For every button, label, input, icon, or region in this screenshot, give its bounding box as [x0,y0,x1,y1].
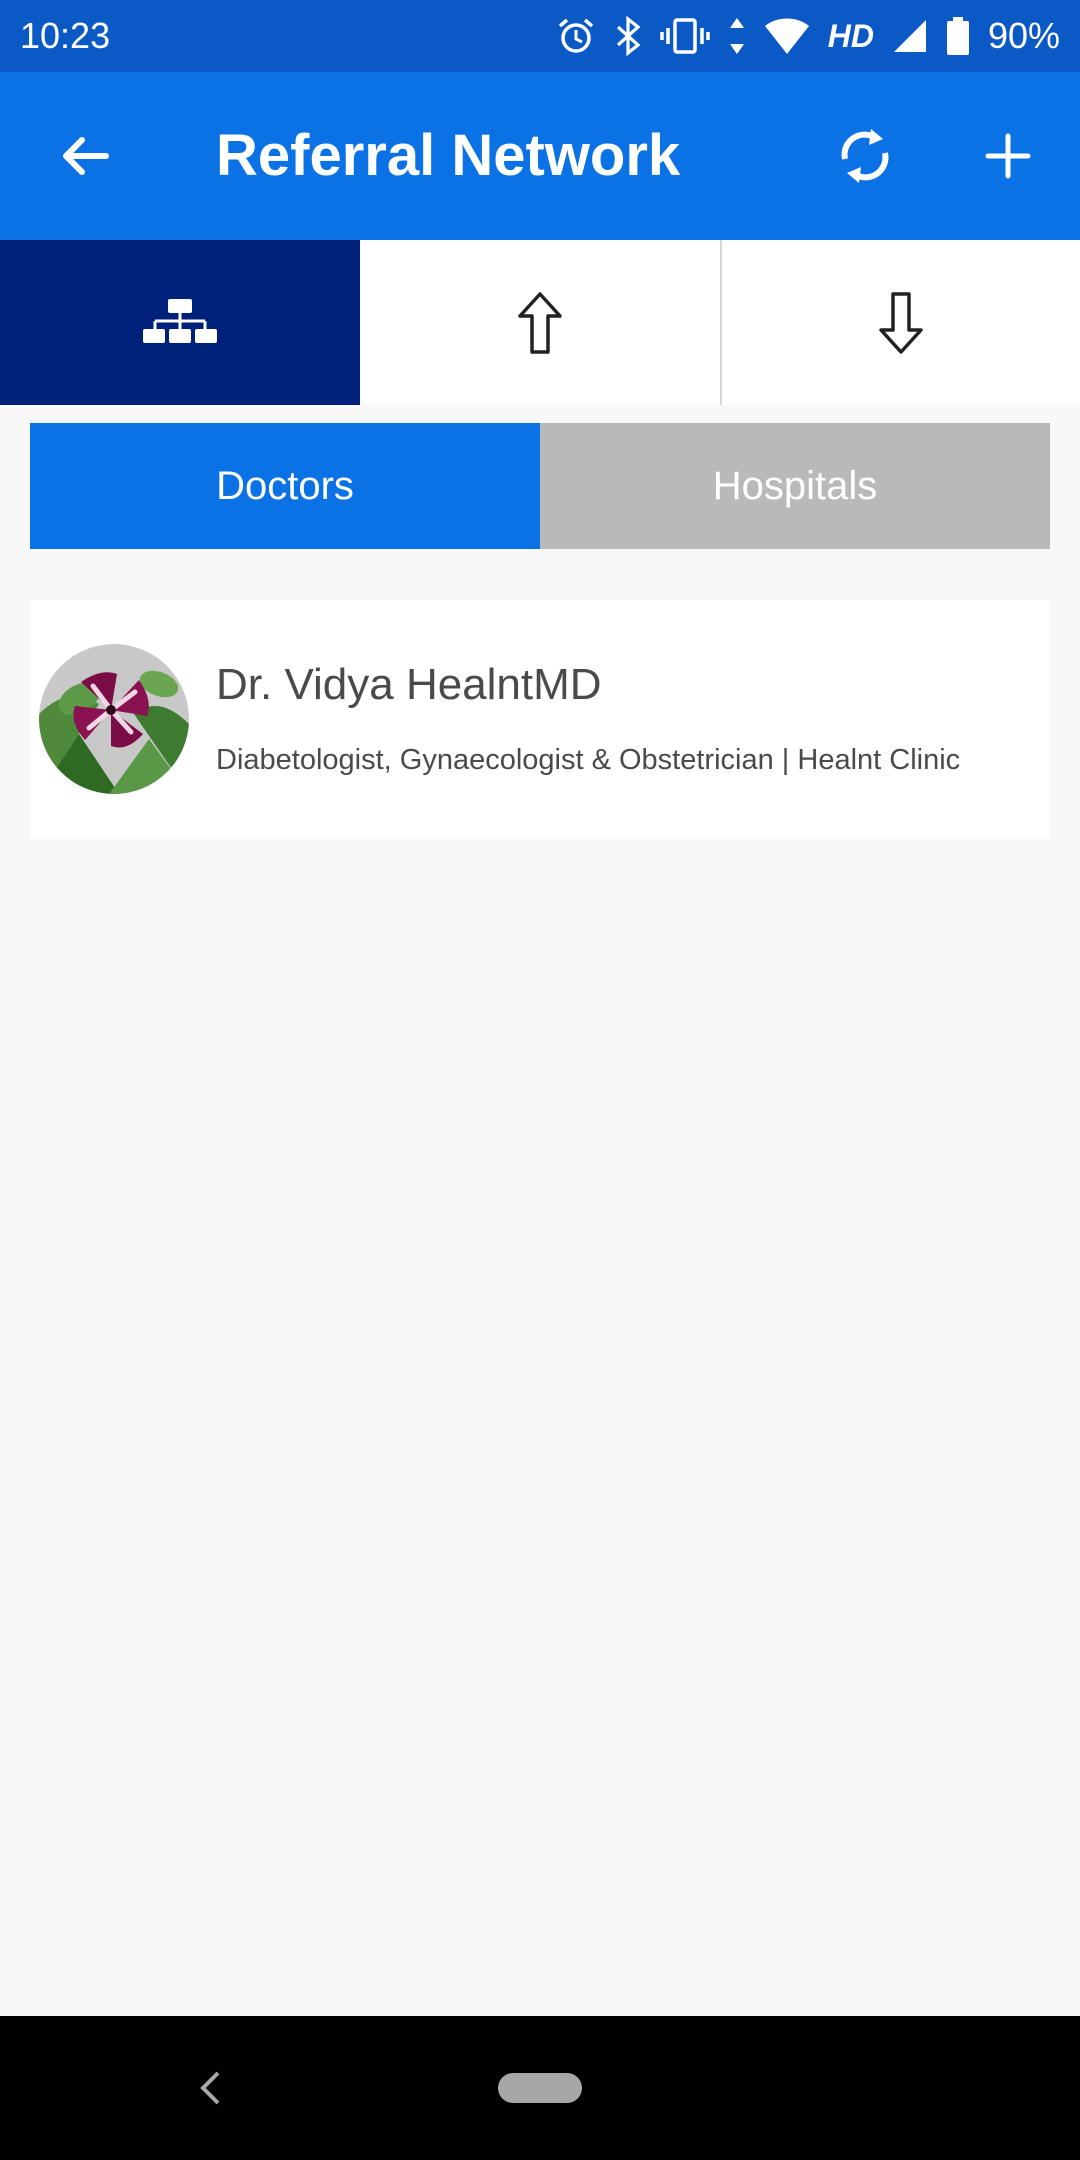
tab-network[interactable] [0,240,360,405]
doctor-specialty-clinic: Diabetologist, Gynaecologist & Obstetric… [216,744,961,776]
segment-doctors[interactable]: Doctors [30,423,540,549]
tab-outgoing[interactable] [360,240,720,405]
doctors-hospitals-toggle: Doctors Hospitals [30,423,1050,549]
battery-percent: 90% [987,15,1060,56]
cell-signal-icon [892,18,928,54]
flower-photo-icon [39,644,189,794]
segment-hospitals[interactable]: Hospitals [540,423,1050,549]
nav-back-button[interactable] [190,2056,230,2120]
avatar [39,644,189,794]
status-bar: 10:23 HD 90% [0,0,1080,72]
alarm-icon [556,16,596,56]
plus-icon [985,133,1031,179]
network-type-label: HD [827,17,874,54]
vibrate-icon [659,16,710,56]
doctor-name: Dr. Vidya HealntMD [216,660,602,709]
tab-incoming[interactable] [720,240,1080,405]
status-time: 10:23 [20,15,111,56]
page-title: Referral Network [216,123,681,188]
arrow-left-icon [63,137,109,175]
wifi-icon [764,16,810,56]
battery-icon [946,16,970,56]
data-arrows-icon [728,16,746,56]
refresh-icon [841,129,889,183]
icon-tab-bar [0,240,1080,405]
refresh-button[interactable] [820,116,910,196]
status-icons: HD 90% [556,15,1060,57]
add-button[interactable] [968,116,1048,196]
doctor-list-item[interactable]: Dr. Vidya HealntMD Diabetologist, Gynaec… [30,600,1050,839]
back-button[interactable] [44,116,124,196]
arrow-down-icon [879,291,923,354]
network-hierarchy-icon [143,298,217,343]
app-bar: Referral Network [0,72,1080,240]
bluetooth-icon [614,16,642,56]
arrow-up-icon [518,291,562,354]
nav-home-pill[interactable] [498,2073,582,2103]
system-nav-bar [0,2016,1080,2160]
chevron-left-icon [200,2071,220,2105]
